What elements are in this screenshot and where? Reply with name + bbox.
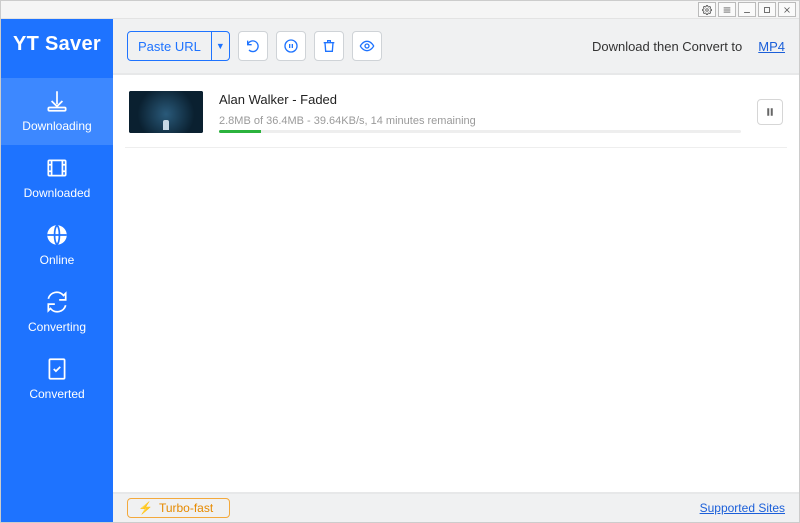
- status-bar: ⚡ Turbo-fast Supported Sites: [113, 492, 799, 522]
- sidebar-item-label: Converting: [28, 320, 86, 334]
- globe-icon: [44, 222, 70, 248]
- supported-sites-link[interactable]: Supported Sites: [700, 501, 785, 515]
- resume-all-button[interactable]: [238, 31, 268, 61]
- sidebar-item-converting[interactable]: Converting: [1, 279, 113, 346]
- film-icon: [44, 155, 70, 181]
- sidebar-item-label: Converted: [29, 387, 84, 401]
- bolt-icon: ⚡: [138, 501, 153, 515]
- close-icon: [782, 5, 792, 15]
- minimize-icon: [742, 5, 752, 15]
- eye-icon: [359, 38, 375, 54]
- maximize-button[interactable]: [758, 2, 776, 17]
- download-status: 2.8MB of 36.4MB - 39.64KB/s, 14 minutes …: [219, 115, 741, 127]
- paste-url-label: Paste URL: [128, 32, 211, 60]
- sidebar-item-label: Online: [40, 253, 75, 267]
- refresh-icon: [44, 289, 70, 315]
- pause-icon: [764, 106, 776, 118]
- progress-bar: [219, 130, 741, 133]
- pause-all-button[interactable]: [276, 31, 306, 61]
- pause-circle-icon: [283, 38, 299, 54]
- sidebar-item-downloaded[interactable]: Downloaded: [1, 145, 113, 212]
- sidebar-item-downloading[interactable]: Downloading: [1, 78, 113, 145]
- sidebar-item-online[interactable]: Online: [1, 212, 113, 279]
- title-bar: [1, 1, 799, 19]
- pause-item-button[interactable]: [757, 99, 783, 125]
- main-area: Paste URL ▼ Download then Convert to MP4: [113, 19, 799, 522]
- preview-button[interactable]: [352, 31, 382, 61]
- hamburger-icon: [722, 5, 732, 15]
- sidebar: YT Saver Downloading Downloaded Online C…: [1, 19, 113, 522]
- app-logo: YT Saver: [13, 33, 101, 56]
- sidebar-item-label: Downloaded: [24, 186, 91, 200]
- paste-url-button[interactable]: Paste URL ▼: [127, 31, 230, 61]
- download-item: Alan Walker - Faded 2.8MB of 36.4MB - 39…: [125, 85, 787, 148]
- gear-icon: [702, 5, 712, 15]
- app-window: YT Saver Downloading Downloaded Online C…: [0, 0, 800, 523]
- download-info: Alan Walker - Faded 2.8MB of 36.4MB - 39…: [219, 92, 741, 133]
- convert-format-link[interactable]: MP4: [758, 39, 785, 54]
- app-body: YT Saver Downloading Downloaded Online C…: [1, 19, 799, 522]
- paste-url-dropdown[interactable]: ▼: [211, 32, 229, 60]
- turbo-fast-button[interactable]: ⚡ Turbo-fast: [127, 498, 230, 518]
- convert-label: Download then Convert to: [592, 39, 742, 54]
- download-icon: [44, 88, 70, 114]
- progress-fill: [219, 130, 261, 133]
- sidebar-item-converted[interactable]: Converted: [1, 346, 113, 413]
- undo-icon: [245, 38, 261, 54]
- download-title: Alan Walker - Faded: [219, 92, 741, 107]
- toolbar: Paste URL ▼ Download then Convert to MP4: [113, 19, 799, 75]
- download-thumbnail: [129, 91, 203, 133]
- trash-icon: [321, 38, 337, 54]
- close-button[interactable]: [778, 2, 796, 17]
- turbo-label: Turbo-fast: [159, 501, 213, 515]
- settings-button[interactable]: [698, 2, 716, 17]
- menu-button[interactable]: [718, 2, 736, 17]
- download-list: Alan Walker - Faded 2.8MB of 36.4MB - 39…: [113, 75, 799, 492]
- document-check-icon: [44, 356, 70, 382]
- sidebar-item-label: Downloading: [22, 119, 91, 133]
- delete-button[interactable]: [314, 31, 344, 61]
- minimize-button[interactable]: [738, 2, 756, 17]
- maximize-icon: [762, 5, 772, 15]
